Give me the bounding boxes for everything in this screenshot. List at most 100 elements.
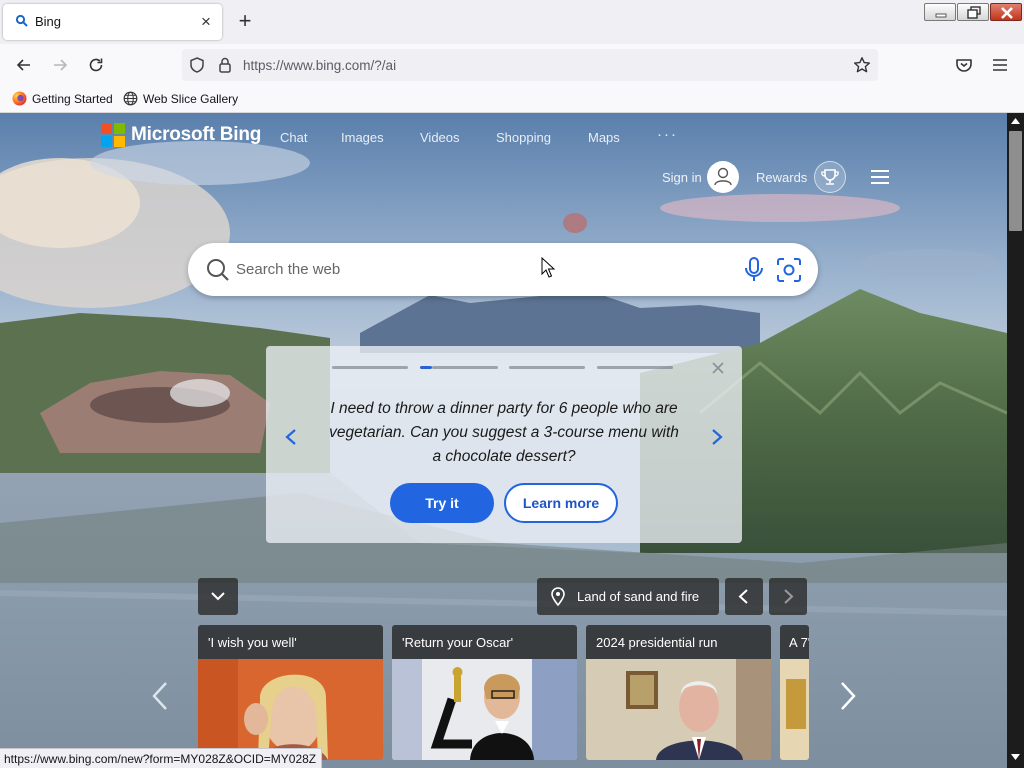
reload-icon bbox=[89, 58, 103, 72]
chevron-down-icon bbox=[211, 592, 225, 601]
new-tab-button[interactable]: + bbox=[233, 9, 257, 33]
shield-icon[interactable] bbox=[188, 56, 206, 74]
news-card-title: A 7' bbox=[780, 625, 809, 659]
progress-step-2-rest bbox=[432, 366, 498, 369]
location-pin-icon bbox=[551, 587, 565, 607]
search-box[interactable] bbox=[188, 243, 818, 296]
bookmark-getting-started[interactable]: Getting Started bbox=[12, 91, 113, 109]
progress-step-3 bbox=[509, 366, 585, 369]
news-card-title: 'I wish you well' bbox=[198, 625, 383, 659]
forward-button[interactable] bbox=[47, 52, 73, 78]
scrollbar-thumb[interactable] bbox=[1009, 131, 1022, 231]
card-next-icon[interactable] bbox=[710, 428, 724, 446]
sign-in-link[interactable]: Sign in bbox=[662, 170, 702, 185]
news-next-icon[interactable] bbox=[838, 681, 858, 711]
bookmark-web-slice-gallery[interactable]: Web Slice Gallery bbox=[123, 91, 239, 109]
microphone-icon[interactable] bbox=[742, 256, 766, 284]
news-card[interactable]: A 7' bbox=[780, 625, 809, 760]
collapse-feed-button[interactable] bbox=[198, 578, 238, 615]
nav-maps[interactable]: Maps bbox=[588, 130, 620, 145]
progress-step-2-active bbox=[420, 366, 432, 369]
minimize-icon bbox=[935, 13, 947, 18]
avatar[interactable] bbox=[707, 161, 739, 193]
restore-icon bbox=[967, 6, 981, 19]
ms-logo-yellow-square bbox=[114, 136, 125, 147]
news-card-title: 2024 presidential run bbox=[586, 625, 771, 659]
firefox-icon bbox=[12, 91, 27, 106]
news-card-image bbox=[780, 659, 809, 760]
card-prev-icon[interactable] bbox=[284, 428, 298, 446]
menu-button[interactable] bbox=[987, 52, 1013, 78]
location-label: Land of sand and fire bbox=[577, 589, 700, 604]
suggestion-prompt: I need to throw a dinner party for 6 peo… bbox=[329, 400, 679, 465]
image-location-button[interactable]: Land of sand and fire bbox=[537, 578, 719, 615]
visual-search-icon[interactable] bbox=[775, 256, 803, 284]
lock-icon[interactable] bbox=[216, 56, 234, 74]
hamburger-menu-icon[interactable] bbox=[869, 168, 891, 186]
news-card-image bbox=[392, 659, 577, 760]
star-icon[interactable] bbox=[853, 56, 871, 74]
ms-logo-green-square bbox=[114, 123, 125, 134]
brand-name: Microsoft Bing bbox=[131, 124, 262, 145]
trophy-icon bbox=[821, 169, 839, 185]
scroll-down-icon[interactable] bbox=[1011, 754, 1020, 761]
tab-title: Bing bbox=[35, 14, 62, 29]
globe-icon bbox=[123, 91, 138, 106]
bookmark-label: Web Slice Gallery bbox=[143, 92, 239, 106]
mouse-cursor-icon bbox=[541, 257, 556, 278]
menu-icon bbox=[993, 59, 1007, 71]
pocket-icon bbox=[956, 59, 972, 72]
reload-button[interactable] bbox=[83, 52, 109, 78]
news-card[interactable]: 'Return your Oscar' bbox=[392, 625, 577, 760]
minimize-button[interactable] bbox=[924, 3, 956, 21]
chevron-left-icon bbox=[738, 589, 748, 604]
search-input[interactable] bbox=[236, 257, 716, 282]
rewards-link[interactable]: Rewards bbox=[756, 170, 807, 185]
nav-videos[interactable]: Videos bbox=[420, 130, 460, 145]
user-icon bbox=[714, 167, 732, 186]
tab-close-icon[interactable]: × bbox=[196, 12, 216, 32]
status-url-overlay: https://www.bing.com/new?form=MY028Z&OCI… bbox=[0, 748, 323, 768]
browser-window: Bing × + https://www.bing.com/?/ai Getti… bbox=[0, 0, 1024, 768]
url-text[interactable]: https://www.bing.com/?/ai bbox=[243, 58, 396, 73]
navigation-toolbar: https://www.bing.com/?/ai bbox=[0, 44, 1024, 85]
bing-search-icon bbox=[15, 14, 28, 27]
card-close-icon[interactable] bbox=[711, 361, 725, 375]
news-prev-icon[interactable] bbox=[150, 681, 170, 711]
chat-suggestion-card: I need to throw a dinner party for 6 peo… bbox=[266, 346, 742, 543]
news-card-title: 'Return your Oscar' bbox=[392, 625, 577, 659]
search-icon bbox=[207, 259, 229, 281]
next-image-button[interactable] bbox=[769, 578, 807, 615]
close-window-button[interactable] bbox=[990, 3, 1022, 21]
rewards-badge[interactable] bbox=[814, 161, 846, 193]
nav-shopping[interactable]: Shopping bbox=[496, 130, 551, 145]
scroll-up-icon[interactable] bbox=[1011, 117, 1020, 124]
nav-images[interactable]: Images bbox=[341, 130, 384, 145]
news-card-image bbox=[198, 659, 383, 760]
bing-homepage: Microsoft Bing Chat Images Videos Shoppi… bbox=[0, 113, 1007, 768]
chevron-right-icon bbox=[784, 589, 794, 604]
previous-image-button[interactable] bbox=[725, 578, 763, 615]
pocket-button[interactable] bbox=[951, 52, 977, 78]
news-card[interactable]: 'I wish you well' bbox=[198, 625, 383, 760]
news-card-image bbox=[586, 659, 771, 760]
try-it-button[interactable]: Try it bbox=[390, 483, 494, 523]
tab-bing[interactable]: Bing × bbox=[3, 4, 222, 40]
back-button[interactable] bbox=[11, 52, 37, 78]
tab-strip: Bing × + bbox=[0, 0, 1024, 44]
close-icon bbox=[1001, 7, 1013, 19]
nav-more-button[interactable]: ··· bbox=[657, 126, 678, 143]
bookmark-label: Getting Started bbox=[32, 92, 113, 106]
arrow-right-icon bbox=[54, 59, 68, 71]
progress-step-4 bbox=[597, 366, 673, 369]
arrow-left-icon bbox=[16, 59, 30, 71]
nav-chat[interactable]: Chat bbox=[280, 130, 307, 145]
news-card[interactable]: 2024 presidential run bbox=[586, 625, 771, 760]
learn-more-button[interactable]: Learn more bbox=[504, 483, 618, 523]
page-scrollbar[interactable] bbox=[1007, 113, 1024, 768]
ms-logo-blue-square bbox=[101, 136, 112, 147]
restore-button[interactable] bbox=[957, 3, 989, 21]
progress-step-1 bbox=[332, 366, 408, 369]
address-bar[interactable]: https://www.bing.com/?/ai bbox=[182, 49, 878, 81]
ms-logo-red-square bbox=[101, 123, 112, 134]
